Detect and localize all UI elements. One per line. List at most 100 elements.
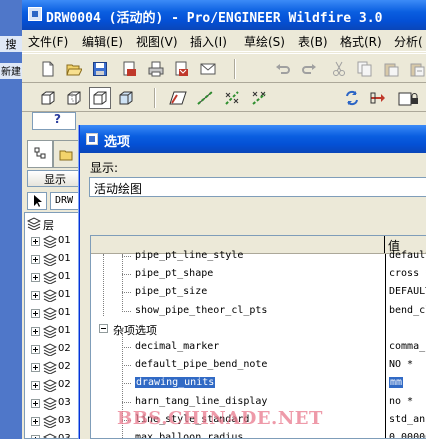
toolbar-separator [154,88,156,108]
desktop-strip: 搜 新建 [0,0,22,439]
paste-special-icon[interactable] [406,58,426,80]
expand-icon[interactable] [31,273,40,282]
layer-tree-item[interactable]: 01 [25,233,81,251]
regenerate-icon[interactable] [341,87,363,109]
dialog-title-bar[interactable]: 选项 [80,125,426,153]
shading-icon[interactable] [37,87,59,109]
menu-file[interactable]: 文件(F) [28,33,68,50]
datum-plane-icon[interactable] [167,87,189,109]
watermark: BBS.CHINADE.NET [117,408,323,429]
menu-format[interactable]: 格式(R) [340,33,382,50]
menu-table[interactable]: 表(B) [298,33,328,50]
layer-icon [43,271,57,284]
layer-tree-item[interactable]: 01 [25,269,81,287]
layer-tree-item[interactable]: 01 [25,323,81,341]
copy-icon[interactable] [354,58,376,80]
layer-tree-item[interactable]: 01 [25,305,81,323]
csys-icon[interactable] [248,87,270,109]
menu-insert[interactable]: 插入(I) [190,33,227,50]
current-model-field[interactable]: DRW [50,192,82,210]
help-icon[interactable]: ? [54,112,76,128]
repaint-icon[interactable] [367,87,389,109]
redo-icon[interactable] [298,58,320,80]
open-icon[interactable] [63,58,85,80]
paste-icon[interactable] [380,58,402,80]
layer-icon [43,433,57,438]
print-icon[interactable] [145,58,167,80]
cut-icon[interactable] [328,58,350,80]
option-category-label: 杂项选项 [113,323,157,337]
email-icon[interactable] [171,58,193,80]
layer-icon [43,397,57,410]
option-value: comma_f [389,341,426,352]
option-value: DEFAULT [389,286,426,298]
expand-icon[interactable] [31,291,40,300]
option-name: default_pipe_bend_note [135,359,268,371]
menu-edit[interactable]: 编辑(E) [82,33,123,50]
option-category-row[interactable]: 杂项选项 [91,320,426,338]
lock-view-icon[interactable] [396,87,422,109]
expand-icon[interactable] [31,399,40,408]
layer-tree-item[interactable]: 03 [25,413,81,431]
tree-connector [122,365,131,367]
expand-icon[interactable] [31,363,40,372]
no-hidden-icon[interactable] [89,87,111,109]
menu-view[interactable]: 视图(V) [136,33,178,50]
send-icon[interactable] [197,58,219,80]
show-dropdown[interactable]: 活动绘图 [89,177,426,197]
menu-sketch[interactable]: 草绘(S) [244,33,285,50]
select-arrow-button[interactable] [27,192,47,210]
layer-tree-item[interactable]: 03 [25,431,81,438]
option-row[interactable]: show_pipe_theor_cl_pts bend_cl [91,302,426,320]
option-row[interactable]: decimal_marker comma_f [91,338,426,356]
tree-connector [122,274,131,276]
expand-icon[interactable] [31,345,40,354]
layer-tree-item[interactable]: 02 [25,341,81,359]
tree-connector [122,401,131,403]
print-preview-icon[interactable] [119,58,141,80]
option-row[interactable]: max_balloon_radius 0.00000 [91,429,426,439]
expand-icon[interactable] [31,417,40,426]
expand-icon[interactable] [31,255,40,264]
tree-connector [122,347,131,348]
option-row[interactable]: pipe_pt_size DEFAULT [91,283,426,301]
show-button[interactable]: 显示 [27,170,87,187]
layer-tree-item[interactable]: 03 [25,395,81,413]
layer-tree-item[interactable]: 02 [25,377,81,395]
expand-icon[interactable] [31,435,40,438]
show-button-label: 显示 [44,173,66,186]
expand-icon[interactable] [31,327,40,336]
layer-tree-item[interactable]: 02 [25,359,81,377]
wireframe-icon[interactable] [115,87,137,109]
window-title-bar[interactable]: DRW0004 (活动的) - Pro/ENGINEER Wildfire 3.… [22,0,426,30]
option-row[interactable]: pipe_pt_shape cross * [91,265,426,283]
layer-tree-label: 03 [58,415,71,426]
expand-icon[interactable] [31,381,40,390]
new-icon[interactable] [37,58,59,80]
tab-model-tree[interactable] [27,140,53,168]
save-icon[interactable] [89,58,111,80]
expand-icon[interactable] [31,309,40,318]
layer-tree-label: 01 [58,307,71,318]
layer-tree-item[interactable]: 01 [25,287,81,305]
app-icon [28,7,42,21]
expand-icon[interactable] [31,237,40,246]
layer-tree-root[interactable]: 层 [25,215,81,233]
layer-tree-item[interactable]: 01 [25,251,81,269]
tab-folder-browser[interactable] [53,140,79,168]
undo-icon[interactable] [272,58,294,80]
datum-point-icon[interactable] [221,87,243,109]
hidden-line-icon[interactable] [63,87,85,109]
collapse-icon[interactable] [99,323,108,333]
option-value: NO * [389,359,414,371]
layer-tree-label: 01 [58,271,71,282]
view-toolbar [22,84,426,112]
layer-icon [43,235,57,248]
option-row[interactable]: default_pipe_bend_note NO * [91,356,426,374]
menu-analysis[interactable]: 分析( [394,33,423,50]
datum-axis-icon[interactable] [194,87,216,109]
option-value: 0.00000 [389,432,426,439]
option-row[interactable]: pipe_pt_line_style default [91,247,426,265]
option-row-selected[interactable]: drawing_units mm [91,374,426,392]
option-name: pipe_pt_line_style [135,250,244,261]
